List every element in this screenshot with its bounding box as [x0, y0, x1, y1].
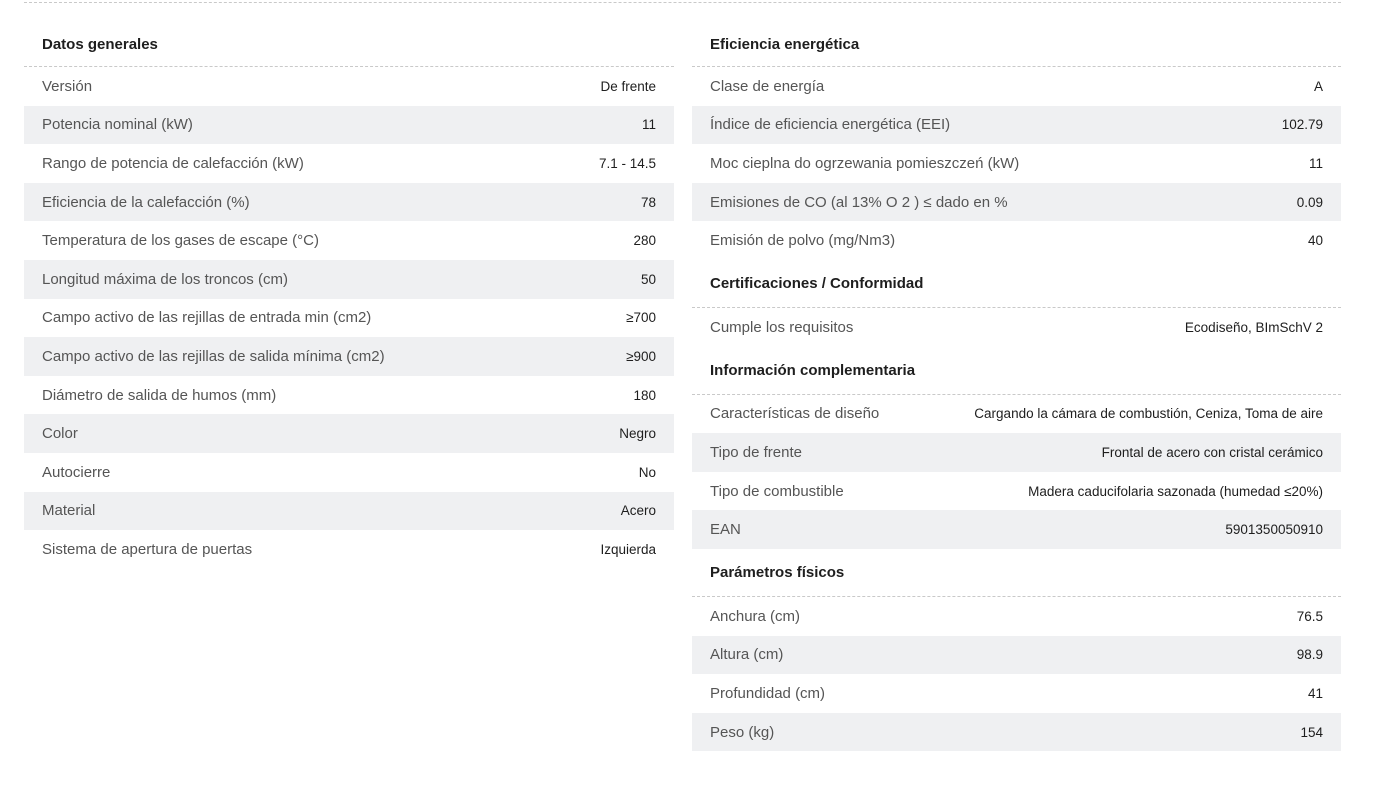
- spec-value: 5901350050910: [1225, 522, 1323, 538]
- section-title-physical: Parámetros físicos: [692, 549, 1341, 597]
- spec-value: 76.5: [1296, 608, 1323, 624]
- spec-row-exhaust-temperature: Temperatura de los gases de escape (°C) 2…: [24, 221, 674, 260]
- details-column: Eficiencia energética Clase de energía A …: [692, 25, 1341, 752]
- spec-value: 0.09: [1296, 194, 1323, 210]
- spec-label: Diámetro de salida de humos (mm): [42, 386, 277, 404]
- spec-row-requirements: Cumple los requisitos Ecodiseño, BImSchV …: [692, 308, 1341, 347]
- spec-label: Características de diseño: [710, 405, 880, 423]
- section-title-general: Datos generales: [24, 25, 674, 67]
- section-title-complementary: Información complementaria: [692, 347, 1341, 395]
- spec-value: Izquierda: [600, 541, 656, 557]
- spec-label: Versión: [42, 77, 93, 95]
- spec-row-eei: Índice de eficiencia energética (EEI) 102…: [692, 105, 1341, 145]
- spec-row-outlet-grille-area: Campo activo de las rejillas de salida m…: [24, 337, 674, 376]
- spec-label: Color: [42, 425, 78, 443]
- spec-label: Eficiencia de la calefacción (%): [42, 193, 250, 211]
- spec-value: 50: [640, 271, 656, 287]
- spec-label: Emisiones de CO (al 13% O 2 ) ≤ dado en …: [710, 193, 1008, 211]
- spec-label: Anchura (cm): [710, 607, 801, 625]
- spec-value: Acero: [620, 503, 656, 519]
- certifications-table: Cumple los requisitos Ecodiseño, BImSchV …: [692, 308, 1341, 347]
- spec-row-material: Material Acero: [24, 491, 674, 531]
- spec-row-co-emissions: Emisiones de CO (al 13% O 2 ) ≤ dado en …: [692, 182, 1341, 222]
- spec-value: 11: [1308, 155, 1323, 171]
- spec-row-color: Color Negro: [24, 414, 674, 453]
- spec-label: Potencia nominal (kW): [42, 116, 193, 134]
- spec-label: Índice de eficiencia energética (EEI): [710, 116, 951, 134]
- spec-row-inlet-grille-area: Campo activo de las rejillas de entrada …: [24, 299, 674, 338]
- spec-row-max-log-length: Longitud máxima de los troncos (cm) 50: [24, 259, 674, 299]
- spec-value: 78: [640, 194, 656, 210]
- general-data-table: Versión De frente Potencia nominal (kW) 11…: [24, 67, 674, 569]
- spec-value: Frontal de acero con cristal cerámico: [1101, 444, 1323, 460]
- spec-label: Tipo de combustible: [710, 482, 844, 500]
- spec-label: Emisión de polvo (mg/Nm3): [710, 232, 896, 250]
- spec-label: Sistema de apertura de puertas: [42, 540, 253, 558]
- energy-table: Clase de energía A Índice de eficiencia e…: [692, 67, 1341, 260]
- spec-label: Autocierre: [42, 463, 111, 481]
- spec-value: 280: [633, 233, 656, 249]
- spec-value: 7.1 - 14.5: [598, 155, 656, 171]
- spec-row-fuel-type: Tipo de combustible Madera caducifolaria …: [692, 472, 1341, 511]
- spec-row-nominal-power: Potencia nominal (kW) 11: [24, 105, 674, 145]
- spec-value: Cargando la cámara de combustión, Ceniza…: [974, 406, 1323, 422]
- spec-row-width: Anchura (cm) 76.5: [692, 597, 1341, 636]
- physical-table: Anchura (cm) 76.5 Altura (cm) 98.9 Profund…: [692, 597, 1341, 752]
- spec-row-heating-efficiency: Eficiencia de la calefacción (%) 78: [24, 182, 674, 222]
- spec-value: ≥700: [626, 310, 656, 326]
- spec-label: Temperatura de los gases de escape (°C): [42, 232, 319, 250]
- spec-value: Ecodiseño, BImSchV 2: [1184, 319, 1323, 335]
- spec-label: Peso (kg): [710, 723, 775, 741]
- spec-label: Campo activo de las rejillas de salida m…: [42, 347, 385, 365]
- spec-label: Moc cieplna do ogrzewania pomieszczeń (k…: [710, 154, 1020, 172]
- spec-row-front-type: Tipo de frente Frontal de acero con crist…: [692, 433, 1341, 472]
- spec-value: No: [638, 464, 656, 480]
- spec-row-depth: Profundidad (cm) 41: [692, 674, 1341, 713]
- spec-row-weight: Peso (kg) 154: [692, 712, 1341, 752]
- spec-label: Clase de energía: [710, 77, 825, 95]
- spec-label: Tipo de frente: [710, 443, 802, 461]
- spec-row-design-features: Características de diseño Cargando la cám…: [692, 395, 1341, 434]
- spec-row-height: Altura (cm) 98.9: [692, 635, 1341, 675]
- spec-value: ≥900: [626, 348, 656, 364]
- spec-label: Longitud máxima de los troncos (cm): [42, 270, 288, 288]
- general-data-column: Datos generales Versión De frente Potenci…: [24, 25, 674, 569]
- spec-row-door-opening: Sistema de apertura de puertas Izquierda: [24, 530, 674, 569]
- spec-value: Madera caducifolaria sazonada (humedad ≤…: [1028, 483, 1323, 499]
- spec-value: 102.79: [1281, 117, 1323, 133]
- spec-value: 41: [1307, 685, 1323, 701]
- spec-label: Rango de potencia de calefacción (kW): [42, 154, 304, 172]
- spec-label: EAN: [710, 521, 741, 539]
- spec-row-flue-diameter: Diámetro de salida de humos (mm) 180: [24, 376, 674, 415]
- spec-row-room-heat-output: Moc cieplna do ogrzewania pomieszczeń (k…: [692, 144, 1341, 183]
- spec-label: Profundidad (cm): [710, 684, 826, 702]
- spec-row-dust-emission: Emisión de polvo (mg/Nm3) 40: [692, 221, 1341, 260]
- spec-value: De frente: [600, 78, 656, 94]
- spec-value: A: [1313, 78, 1323, 94]
- spec-value: 11: [641, 117, 656, 133]
- top-divider: [24, 2, 1341, 3]
- spec-row-energy-class: Clase de energía A: [692, 67, 1341, 106]
- section-title-certifications: Certificaciones / Conformidad: [692, 260, 1341, 308]
- spec-value: 180: [633, 387, 656, 403]
- spec-label: Material: [42, 502, 96, 520]
- complementary-table: Características de diseño Cargando la cám…: [692, 395, 1341, 549]
- spec-value: Negro: [619, 426, 656, 442]
- spec-row-version: Versión De frente: [24, 67, 674, 106]
- spec-row-self-closing: Autocierre No: [24, 453, 674, 492]
- spec-row-power-range: Rango de potencia de calefacción (kW) 7.1…: [24, 144, 674, 183]
- spec-value: 154: [1300, 724, 1323, 740]
- spec-value: 40: [1307, 233, 1323, 249]
- section-title-energy: Eficiencia energética: [692, 25, 1341, 67]
- spec-label: Altura (cm): [710, 646, 784, 664]
- spec-label: Cumple los requisitos: [710, 318, 854, 336]
- spec-row-ean: EAN 5901350050910: [692, 510, 1341, 549]
- spec-value: 98.9: [1296, 647, 1323, 663]
- spec-label: Campo activo de las rejillas de entrada …: [42, 309, 372, 327]
